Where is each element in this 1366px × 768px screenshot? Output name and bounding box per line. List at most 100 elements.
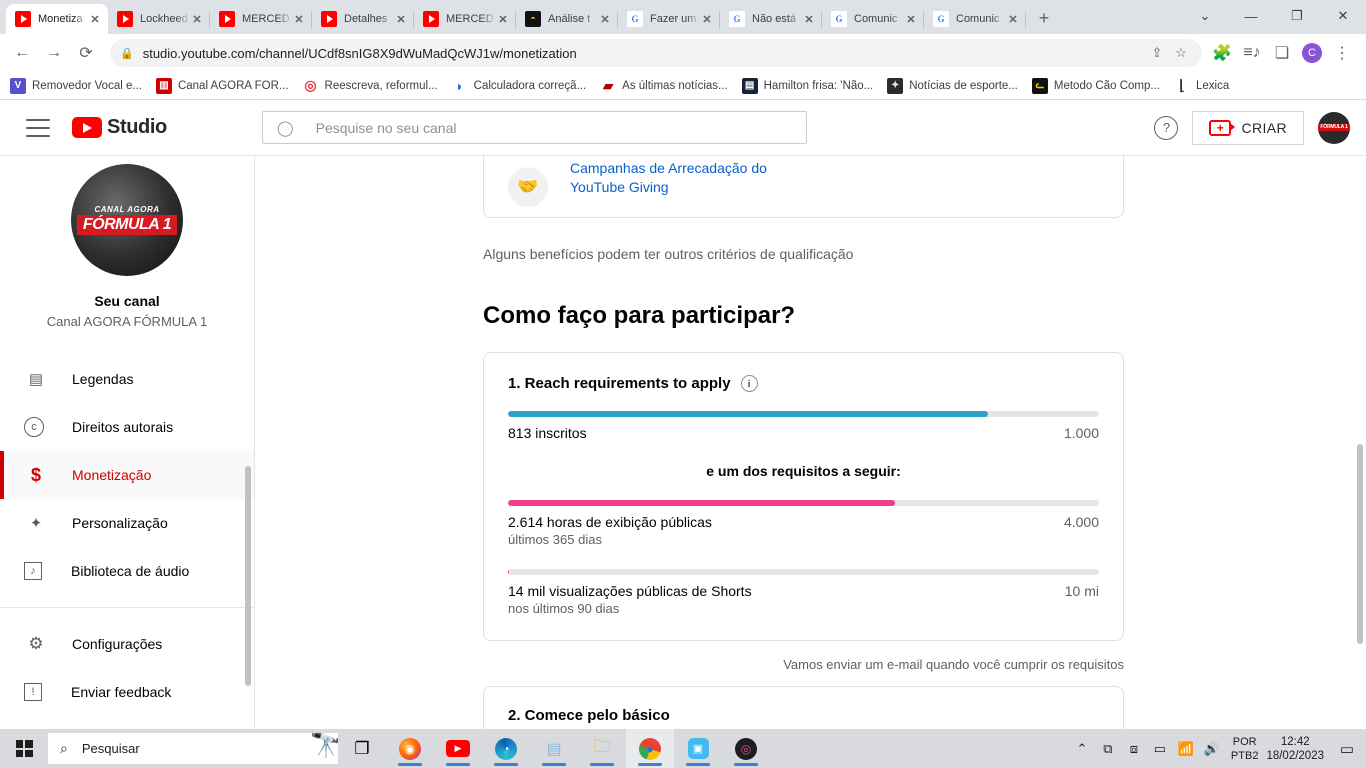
search-input[interactable]: ◯ Pesquise no seu canal [261,111,807,144]
tab-close-button[interactable]: ✕ [88,13,102,26]
bookmark-icon: ▥ [155,77,172,94]
sidebar-item-legendas[interactable]: ▤ Legendas [0,355,254,403]
reload-button[interactable]: ⟳ [72,39,100,67]
tab-close-button[interactable]: ✕ [598,13,612,26]
bookmark-star-icon[interactable]: ☆ [1170,45,1192,61]
browser-tab-7[interactable]: G Não está ✕ [720,4,822,34]
sidebar-scrollbar[interactable] [245,466,251,686]
tab-close-button[interactable]: ✕ [904,13,918,26]
profile-avatar[interactable]: C [1298,39,1326,67]
back-button[interactable]: ← [8,39,36,67]
bookmark-item[interactable]: ᓚ Metodo Cão Comp... [1031,77,1160,94]
sidebar-divider [0,607,254,608]
sync-icon[interactable]: ⧈ [1121,741,1147,757]
browser-tab-1[interactable]: Lockheed ✕ [108,4,210,34]
battery-icon[interactable]: ▭ [1147,741,1173,757]
progress-labels-watch-hours: 2.614 horas de exibição públicas 4.000 [508,514,1099,530]
sidebar-item-configuracoes[interactable]: ⚙ Configurações [0,620,254,668]
create-button[interactable]: + CRIAR [1192,110,1304,145]
tray-chevron-icon[interactable]: ⌃ [1069,741,1095,757]
tab-title: Monetiza [38,13,83,25]
avatar[interactable]: FÓRMULA 1 [1318,111,1350,144]
hamburger-icon[interactable] [26,118,50,137]
tab-close-button[interactable]: ✕ [496,13,510,26]
chrome-menu-icon[interactable]: ⋮ [1328,39,1356,67]
browser-tab-0[interactable]: Monetiza ✕ [6,4,108,34]
notification-icon[interactable]: ▭ [1334,740,1360,758]
help-icon[interactable]: ? [1154,115,1179,140]
studio-logo[interactable]: Studio [72,116,167,139]
file-explorer-icon[interactable]: 🗀 [578,729,626,768]
tab-title: Lockheed [140,13,188,25]
create-button-label: CRIAR [1241,119,1287,136]
sidebar-item-biblioteca-de-audio[interactable]: ♪ Biblioteca de áudio [0,547,254,595]
youtube-icon[interactable]: ▶ [434,729,482,768]
browser-tab-8[interactable]: G Comunic ✕ [822,4,924,34]
edge-icon[interactable]: ◔ [482,729,530,768]
bookmark-item[interactable]: ⌊ Lexica [1173,77,1229,94]
sidebar-item-enviar-feedback[interactable]: ! Enviar feedback [0,668,254,716]
wifi-icon[interactable]: 📶 [1173,741,1199,757]
bookmark-item[interactable]: ▤ Hamilton frisa: 'Não... [741,77,873,94]
tab-search-icon[interactable]: ⌄ [1182,0,1228,32]
bookmark-item[interactable]: V Removedor Vocal e... [10,77,142,94]
tab-close-button[interactable]: ✕ [700,13,714,26]
browser-tab-3[interactable]: Detalhes ✕ [312,4,414,34]
bookmark-item[interactable]: ◎ Reescreva, reformul... [302,77,438,94]
channel-avatar[interactable]: CANAL AGORA FÓRMULA 1 [71,164,183,276]
browser-tab-5[interactable]: Análise t ✕ [516,4,618,34]
new-tab-button[interactable]: + [1030,4,1058,32]
media-player-icon[interactable]: ◎ [722,729,770,768]
avatar-badge: FÓRMULA 1 [1318,124,1350,131]
tab-close-button[interactable]: ✕ [1006,13,1020,26]
sidebar-item-direitos-autorais[interactable]: c Direitos autorais [0,403,254,451]
tab-close-button[interactable]: ✕ [190,13,204,26]
maximize-button[interactable]: ❐ [1274,0,1320,32]
notepad-icon[interactable]: ▤ [530,729,578,768]
camera-icon[interactable]: ⧉ [1095,741,1121,757]
extensions-icon[interactable]: 🧩 [1208,39,1236,67]
bookmark-item[interactable]: ▥ Canal AGORA FOR... [155,77,289,94]
giving-link[interactable]: Campanhas de Arrecadação do YouTube Givi… [570,159,767,197]
taskbar-search-input[interactable]: ⌕ Pesquisar 🔭 [48,733,338,764]
language-indicator[interactable]: POR PTB2 [1231,735,1259,763]
main-scrollbar[interactable] [1357,444,1363,644]
bookmark-item[interactable]: ✦ Notícias de esporte... [887,77,1018,94]
bookmark-label: As últimas notícias... [622,79,728,92]
chrome-icon[interactable]: ● [626,729,674,768]
reading-list-icon[interactable]: ≡♪ [1238,39,1266,67]
header-actions: ? + CRIAR FÓRMULA 1 [1154,110,1350,145]
browser-tab-2[interactable]: MERCED ✕ [210,4,312,34]
volume-icon[interactable]: 🔊 [1199,741,1225,757]
tab-close-button[interactable]: ✕ [394,13,408,26]
info-icon[interactable]: i [740,375,758,392]
browser-tab-9[interactable]: G Comunic ✕ [924,4,1026,34]
studio-logo-text: Studio [107,116,167,138]
bookmarks-bar: V Removedor Vocal e... ▥ Canal AGORA FOR… [0,72,1366,100]
close-window-button[interactable]: ✕ [1320,0,1366,32]
omnibox-icons: ⇪ ☆ [1146,45,1192,61]
language-line1: POR [1232,735,1257,748]
minimize-button[interactable]: — [1228,0,1274,32]
task-view-icon[interactable]: ❐ [338,729,386,768]
sidebar-item-personalizacao[interactable]: ✦ Personalização [0,499,254,547]
tab-close-button[interactable]: ✕ [292,13,306,26]
sidebar-item-label: Monetização [72,467,152,483]
firefox-icon[interactable]: ◉ [386,729,434,768]
youtube-icon [219,11,235,27]
share-icon[interactable]: ⇪ [1146,45,1168,61]
bookmark-item[interactable]: ▰ As últimas notícias... [600,77,728,94]
forward-button[interactable]: → [40,39,68,67]
tab-close-button[interactable]: ✕ [802,13,816,26]
address-bar[interactable]: 🔒 studio.youtube.com/channel/UCdf8snIG8X… [110,39,1202,67]
bookmark-item[interactable]: ◗ Calculadora correçã... [451,77,586,94]
browser-tab-6[interactable]: G Fazer um ✕ [618,4,720,34]
clock[interactable]: 12:42 18/02/2023 [1266,735,1324,763]
lock-icon: 🔒 [120,47,134,60]
screen-recorder-icon[interactable]: ▣ [674,729,722,768]
browser-tab-4[interactable]: MERCED ✕ [414,4,516,34]
bookmark-icon: ◎ [302,77,319,94]
sidebar-item-monetizacao[interactable]: $ Monetização [0,451,254,499]
start-button[interactable] [0,729,48,768]
side-panel-icon[interactable]: ❏ [1268,39,1296,67]
